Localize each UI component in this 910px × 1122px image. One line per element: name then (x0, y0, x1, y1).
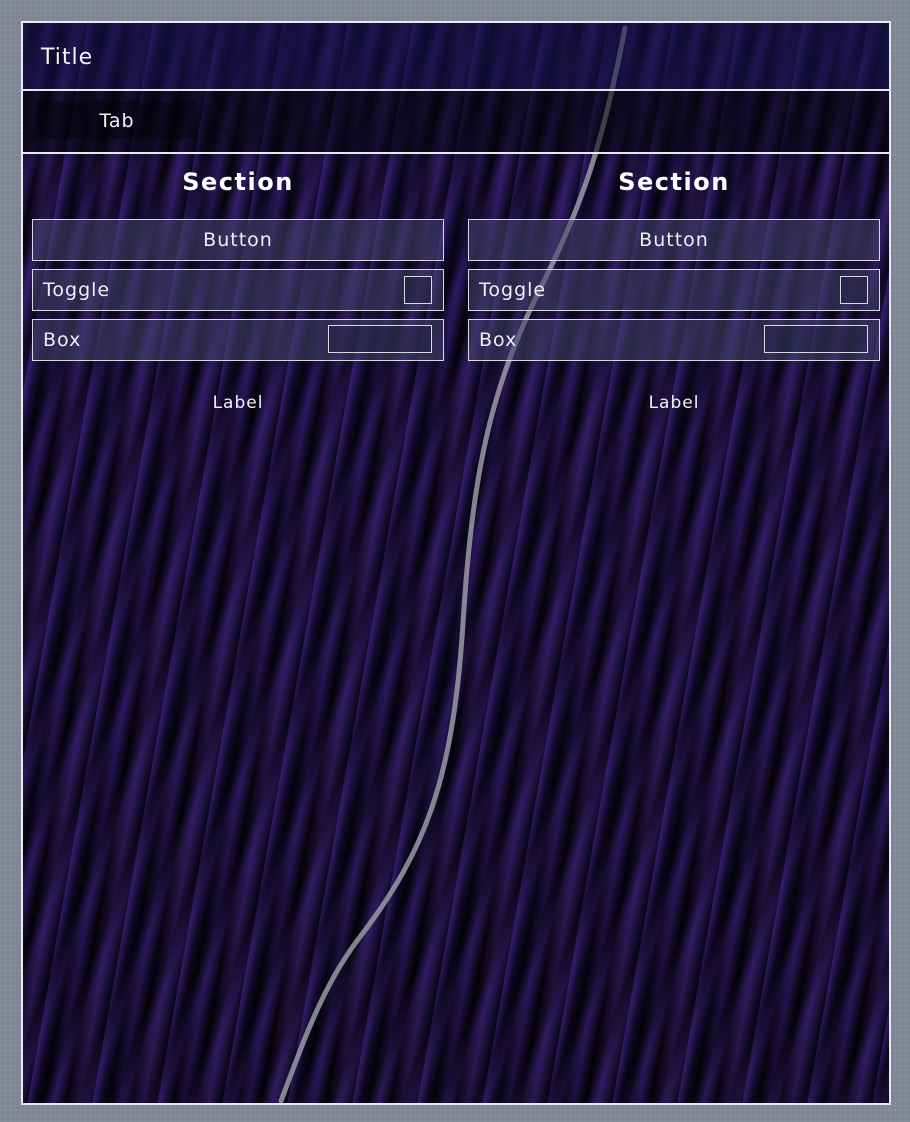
tab-bar: Tab (23, 91, 889, 154)
button[interactable]: Button (32, 219, 444, 261)
toggle-label: Toggle (43, 279, 111, 301)
window-title: Title (41, 45, 94, 70)
toggle-checkbox[interactable] (404, 276, 432, 304)
box-input[interactable] (328, 325, 432, 353)
box-row: Box (32, 319, 444, 361)
section-title: Section (182, 168, 294, 196)
box-row: Box (468, 319, 880, 361)
title-bar[interactable]: Title (23, 23, 889, 91)
label-text: Label (212, 393, 264, 413)
label-text: Label (648, 393, 700, 413)
toggle-checkbox[interactable] (840, 276, 868, 304)
box-input[interactable] (764, 325, 868, 353)
toggle-row[interactable]: Toggle (32, 269, 444, 311)
section-title: Section (618, 168, 730, 196)
ui-window: Title Tab Section Button Toggle Box Labe… (21, 21, 891, 1105)
toggle-row[interactable]: Toggle (468, 269, 880, 311)
button[interactable]: Button (468, 219, 880, 261)
box-label: Box (43, 329, 82, 351)
toggle-label: Toggle (479, 279, 547, 301)
box-label: Box (479, 329, 518, 351)
tab-main[interactable]: Tab (37, 101, 197, 139)
